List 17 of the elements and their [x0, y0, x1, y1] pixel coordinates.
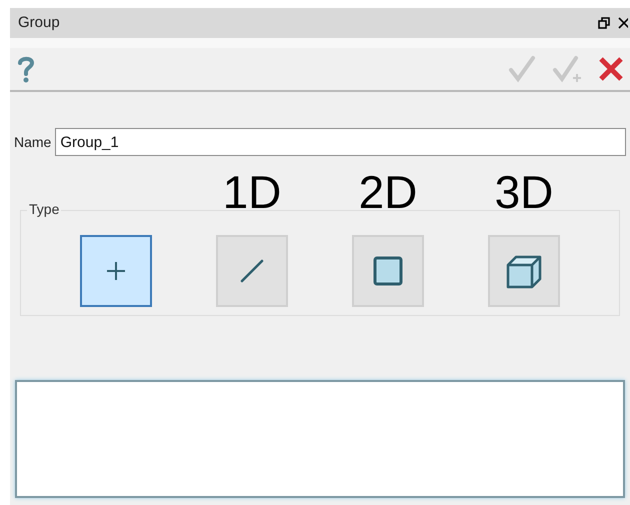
dimension-caption: 2D	[358, 169, 418, 215]
type-option-button[interactable]	[80, 235, 152, 307]
square-icon	[373, 256, 403, 286]
dimension-caption: 3D	[494, 169, 554, 215]
name-input-field[interactable]: Group_1	[55, 128, 626, 156]
restore-icon[interactable]	[598, 17, 610, 29]
text-area[interactable]	[15, 380, 625, 498]
line-icon	[238, 257, 266, 285]
plus-icon	[105, 260, 127, 282]
help-icon[interactable]	[16, 55, 36, 83]
cube-icon	[506, 253, 542, 289]
close-icon[interactable]	[618, 17, 628, 29]
name-label: Name	[14, 132, 52, 152]
check-icon[interactable]	[508, 55, 536, 83]
window-title: Group	[18, 12, 60, 33]
dimension-caption: 1D	[222, 169, 282, 215]
check-plus-icon[interactable]	[552, 55, 582, 83]
